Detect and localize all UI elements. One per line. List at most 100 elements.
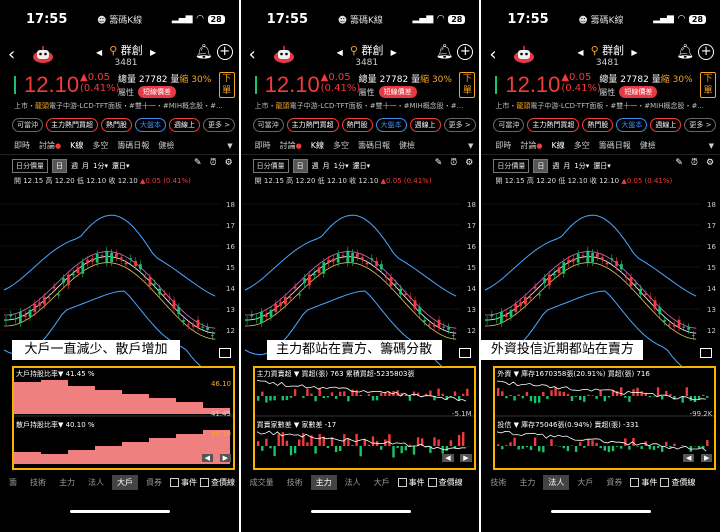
add-icon[interactable]: + <box>457 44 474 60</box>
adjust-select[interactable]: 還日▾ <box>353 161 371 171</box>
tab-checkup[interactable]: 健檢 <box>399 140 415 151</box>
bell-icon[interactable]: 🔔︎ <box>676 44 694 60</box>
short-spread-badge[interactable]: 短線價差 <box>619 86 658 98</box>
tag-main-buy[interactable]: 主力熱門買超 <box>286 118 339 132</box>
tag-more[interactable]: 更多 > <box>203 118 236 132</box>
tag-more[interactable]: 更多 > <box>443 118 476 132</box>
bottom-tab[interactable]: 法人 <box>543 474 570 490</box>
bottom-tab[interactable]: 技術 <box>282 475 308 490</box>
tag-hot[interactable]: 熱門股 <box>101 118 132 132</box>
bottom-tab[interactable]: 主力 <box>310 474 337 490</box>
bottom-tab[interactable]: 資券 <box>601 475 627 490</box>
price-line-checkbox[interactable]: 查價線 <box>200 477 235 488</box>
tag-day-trade[interactable]: 可當沖 <box>12 118 43 132</box>
price-line-checkbox[interactable]: 查價線 <box>427 477 463 488</box>
next-page-icon[interactable]: ▶ <box>700 454 713 462</box>
chevron-down-icon[interactable]: ▼ <box>709 142 714 150</box>
bottom-tab[interactable]: 主力 <box>514 475 540 490</box>
next-stock-icon[interactable]: ▶ <box>150 48 156 57</box>
expand-icon[interactable] <box>218 348 231 358</box>
bottom-tab[interactable]: 法人 <box>340 475 366 490</box>
tab-kline[interactable]: K線 <box>311 140 324 151</box>
alarm-icon[interactable]: ⏰︎ <box>691 158 698 168</box>
next-stock-icon[interactable]: ▶ <box>631 48 637 57</box>
tab-chip-daily[interactable]: 籌碼日報 <box>599 140 631 151</box>
tag-weekly[interactable]: 週線上 <box>650 118 682 132</box>
tag-day-trade[interactable]: 可當沖 <box>252 118 284 132</box>
week-button[interactable]: 週 <box>312 161 319 171</box>
adjust-select[interactable]: 還日▾ <box>112 161 130 171</box>
month-button[interactable]: 月 <box>323 161 330 171</box>
tag-weekly[interactable]: 週線上 <box>169 118 200 132</box>
add-icon[interactable]: + <box>698 44 715 60</box>
order-button[interactable]: 下單 <box>218 72 235 98</box>
tab-discuss[interactable]: 討論● <box>280 140 302 151</box>
period-select[interactable]: 日分價量 <box>252 159 289 173</box>
tag-market[interactable]: 大盤本 <box>616 118 648 132</box>
tab-realtime[interactable]: 即時 <box>255 140 271 151</box>
tab-longshort[interactable]: 多空 <box>574 140 590 151</box>
next-page-icon[interactable]: ▶ <box>219 454 231 462</box>
minute-select[interactable]: 1分▾ <box>334 161 349 171</box>
price-line-checkbox[interactable]: 查價線 <box>660 477 695 488</box>
tab-kline[interactable]: K線 <box>70 140 83 151</box>
tag-hot[interactable]: 熱門股 <box>582 118 614 132</box>
tab-realtime[interactable]: 即時 <box>14 140 30 151</box>
event-checkbox[interactable]: 事件 <box>630 477 657 488</box>
bottom-tab[interactable]: 資券 <box>141 475 167 490</box>
day-button[interactable]: 日 <box>52 159 67 173</box>
back-arrow-icon[interactable]: ‹ <box>489 44 496 65</box>
bell-icon[interactable]: 🔔︎ <box>195 44 213 60</box>
week-button[interactable]: 週 <box>552 161 559 171</box>
tag-main-buy[interactable]: 主力熱門買超 <box>46 118 98 132</box>
bottom-tab[interactable]: 主力 <box>54 475 80 490</box>
alarm-icon[interactable]: ⏰︎ <box>450 158 457 168</box>
short-spread-badge[interactable]: 短線價差 <box>138 86 176 98</box>
tag-hot[interactable]: 熱門股 <box>341 118 373 132</box>
bottom-tab[interactable]: 大戶 <box>572 475 598 490</box>
robot-icon[interactable] <box>30 44 56 64</box>
order-button[interactable]: 下單 <box>459 72 476 98</box>
month-button[interactable]: 月 <box>563 161 570 171</box>
draw-icon[interactable]: ✎ <box>194 158 202 168</box>
back-arrow-icon[interactable]: ‹ <box>249 44 256 65</box>
gear-icon[interactable]: ⚙ <box>225 158 233 168</box>
prev-page-icon[interactable]: ◀ <box>442 454 454 462</box>
prev-page-icon[interactable]: ◀ <box>682 454 695 462</box>
tab-realtime[interactable]: 即時 <box>495 140 511 151</box>
tag-main-buy[interactable]: 主力熱門買超 <box>527 118 580 132</box>
chevron-down-icon[interactable]: ▼ <box>468 142 473 150</box>
bottom-tab[interactable]: 技術 <box>485 475 511 490</box>
period-select[interactable]: 日分價量 <box>493 159 530 173</box>
tab-discuss[interactable]: 討論● <box>39 140 61 151</box>
period-select[interactable]: 日分價量 <box>12 159 48 173</box>
tab-kline[interactable]: K線 <box>551 140 564 151</box>
bottom-tab[interactable]: 技術 <box>25 475 51 490</box>
next-stock-icon[interactable]: ▶ <box>391 48 397 57</box>
robot-icon[interactable] <box>511 44 537 64</box>
tab-chip-daily[interactable]: 籌碼日報 <box>117 140 149 151</box>
draw-icon[interactable]: ✎ <box>675 158 683 168</box>
gear-icon[interactable]: ⚙ <box>706 158 714 168</box>
adjust-select[interactable]: 還日▾ <box>593 161 611 171</box>
tab-checkup[interactable]: 健檢 <box>158 140 174 151</box>
tab-checkup[interactable]: 健檢 <box>640 140 656 151</box>
day-button[interactable]: 日 <box>292 159 308 173</box>
event-checkbox[interactable]: 事件 <box>170 477 197 488</box>
bottom-tab[interactable]: 法人 <box>83 475 109 490</box>
tab-discuss[interactable]: 討論● <box>520 140 542 151</box>
next-page-icon[interactable]: ▶ <box>460 454 472 462</box>
bottom-tab[interactable]: 大戶 <box>112 474 138 490</box>
robot-icon[interactable] <box>271 44 297 64</box>
minute-select[interactable]: 1分▾ <box>93 161 108 171</box>
draw-icon[interactable]: ✎ <box>435 158 443 168</box>
tag-more[interactable]: 更多 > <box>684 118 717 132</box>
alarm-icon[interactable]: ⏰︎ <box>210 158 217 168</box>
tag-market[interactable]: 大盤本 <box>135 118 166 132</box>
bottom-tab[interactable]: 大戶 <box>369 475 395 490</box>
minute-select[interactable]: 1分▾ <box>574 161 589 171</box>
tab-longshort[interactable]: 多空 <box>333 140 349 151</box>
week-button[interactable]: 週 <box>71 161 78 171</box>
prev-page-icon[interactable]: ◀ <box>201 454 213 462</box>
add-icon[interactable]: + <box>216 44 233 60</box>
